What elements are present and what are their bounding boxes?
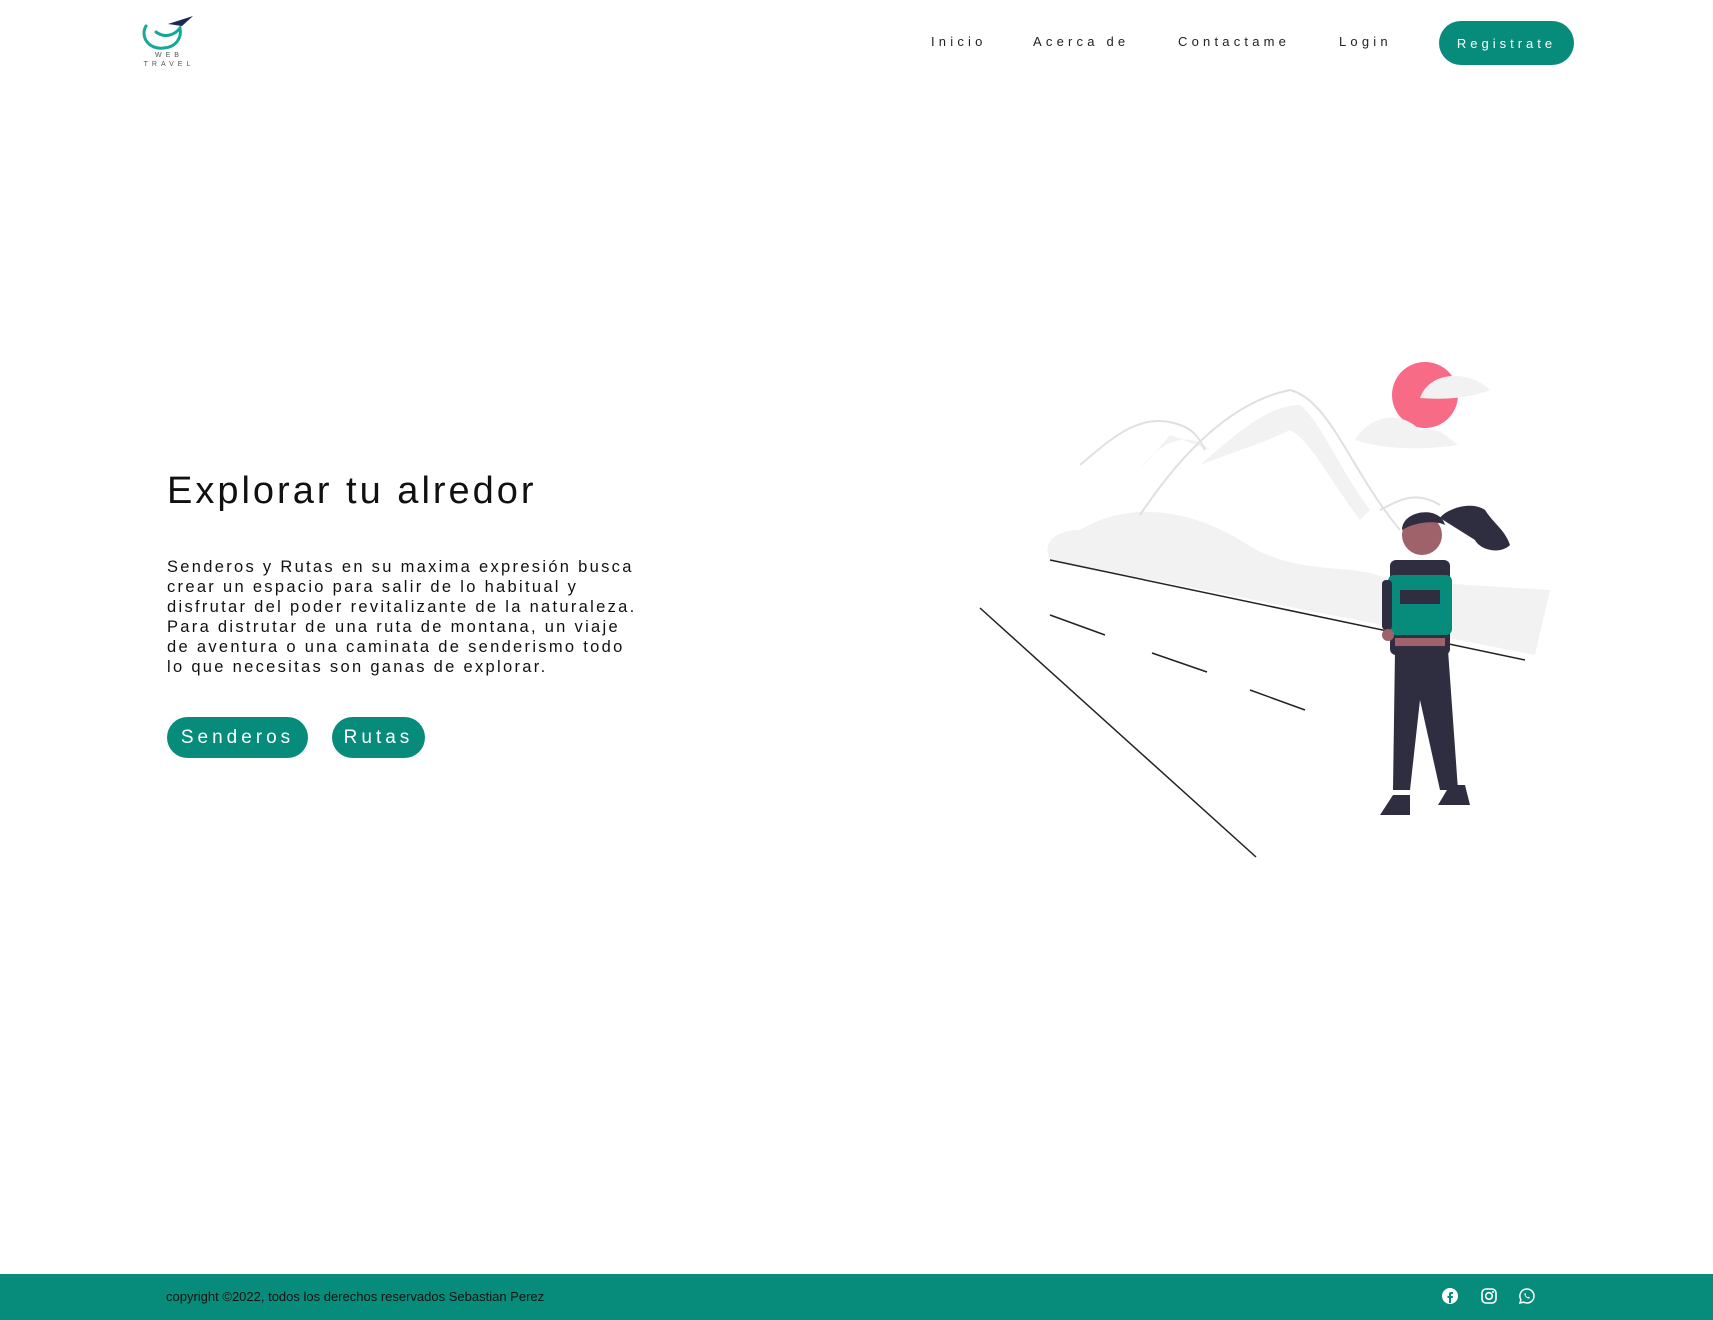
nav-inicio[interactable]: Inicio: [931, 34, 987, 49]
bird-logo-icon: [142, 16, 193, 50]
instagram-icon[interactable]: [1480, 1287, 1498, 1305]
facebook-icon[interactable]: [1441, 1287, 1459, 1305]
hiker-illustration: [979, 362, 1550, 858]
register-button[interactable]: Registrate: [1439, 21, 1574, 65]
hero-paragraph: Senderos y Rutas en su maxima expresión …: [167, 558, 637, 676]
copyright-text: copyright ©2022, todos los derechos rese…: [166, 1289, 545, 1304]
logo-text-web: WEB: [155, 52, 183, 59]
site-footer: copyright ©2022, todos los derechos rese…: [0, 1274, 1713, 1320]
rutas-button[interactable]: Rutas: [332, 717, 425, 758]
logo-text-travel: TRAVEL: [143, 61, 195, 68]
whatsapp-icon[interactable]: [1518, 1287, 1536, 1305]
hero-title: Explorar tu alredor: [167, 470, 537, 512]
nav-contactame[interactable]: Contactame: [1178, 34, 1290, 49]
senderos-button[interactable]: Senderos: [167, 717, 308, 758]
logo[interactable]: WEB TRAVEL: [138, 14, 200, 72]
site-header: WEB TRAVEL Inicio Acerca de Contactame L…: [0, 0, 1713, 90]
nav-acerca-de[interactable]: Acerca de: [1033, 34, 1129, 49]
nav-login[interactable]: Login: [1339, 34, 1392, 49]
